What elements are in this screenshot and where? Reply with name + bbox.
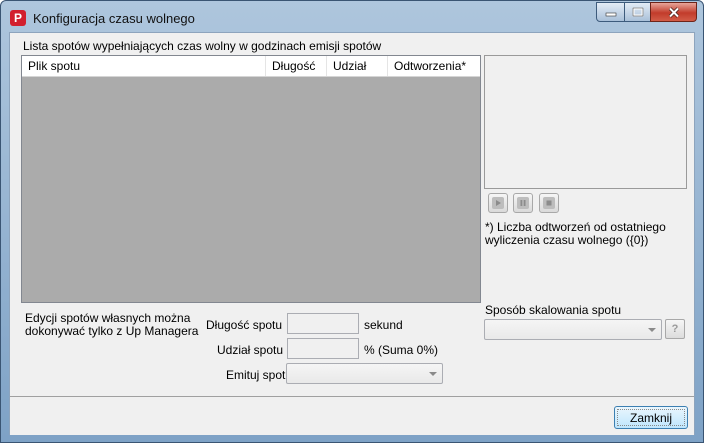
play-button[interactable] <box>488 193 508 213</box>
length-input[interactable] <box>287 313 359 334</box>
edit-info-line-1: Edycji spotów własnych można <box>25 311 191 325</box>
share-label: Udział spotu <box>217 343 284 357</box>
video-preview-panel <box>484 55 687 189</box>
scaling-select[interactable] <box>484 319 662 340</box>
column-header-file[interactable]: Plik spotu <box>22 56 266 76</box>
length-unit-label: sekund <box>364 318 403 332</box>
close-button[interactable]: Zamknij <box>614 406 688 429</box>
chevron-down-icon <box>429 372 437 376</box>
help-button[interactable]: ? <box>665 319 685 339</box>
stop-icon <box>543 197 555 209</box>
close-window-button[interactable] <box>650 2 697 22</box>
pause-button[interactable] <box>513 193 533 213</box>
pause-icon <box>517 197 529 209</box>
emit-label: Emituj spot <box>226 368 286 382</box>
dialog-footer <box>10 396 694 435</box>
column-header-length[interactable]: Długość <box>266 56 327 76</box>
stop-button[interactable] <box>539 193 559 213</box>
share-input[interactable] <box>287 338 359 359</box>
emit-select[interactable] <box>286 363 443 384</box>
minimize-icon <box>605 12 616 17</box>
footnote-line-2: wyliczenia czasu wolnego ({0}) <box>485 233 649 247</box>
column-header-plays[interactable]: Odtworzenia* <box>388 56 480 76</box>
spot-list[interactable]: Plik spotu Długość Udział Odtworzenia* <box>21 55 481 303</box>
scaling-label: Sposób skalowania spotu <box>485 303 622 317</box>
window-title: Konfiguracja czasu wolnego <box>33 11 195 26</box>
dialog-window: P Konfiguracja czasu wolnego Lista spotó… <box>0 0 704 443</box>
maximize-icon <box>632 7 643 17</box>
spot-list-header: Plik spotu Długość Udział Odtworzenia* <box>22 56 480 77</box>
chevron-down-icon <box>648 328 656 332</box>
title-bar[interactable]: P Konfiguracja czasu wolnego <box>1 1 703 33</box>
length-label: Długość spotu <box>206 318 283 332</box>
app-logo-icon: P <box>10 10 26 26</box>
close-icon <box>668 6 679 18</box>
edit-info-line-2: dokonywać tylko z Up Managera <box>25 324 199 338</box>
list-group-label: Lista spotów wypełniających czas wolny w… <box>23 39 382 53</box>
maximize-button[interactable] <box>624 2 651 22</box>
minimize-button[interactable] <box>596 2 625 22</box>
footnote-line-1: *) Liczba odtworzeń od ostatniego <box>485 220 666 234</box>
dialog-client-area: Lista spotów wypełniających czas wolny w… <box>9 32 695 435</box>
play-icon <box>492 197 504 209</box>
column-header-share[interactable]: Udział <box>327 56 388 76</box>
share-unit-label: % (Suma 0%) <box>364 343 439 357</box>
